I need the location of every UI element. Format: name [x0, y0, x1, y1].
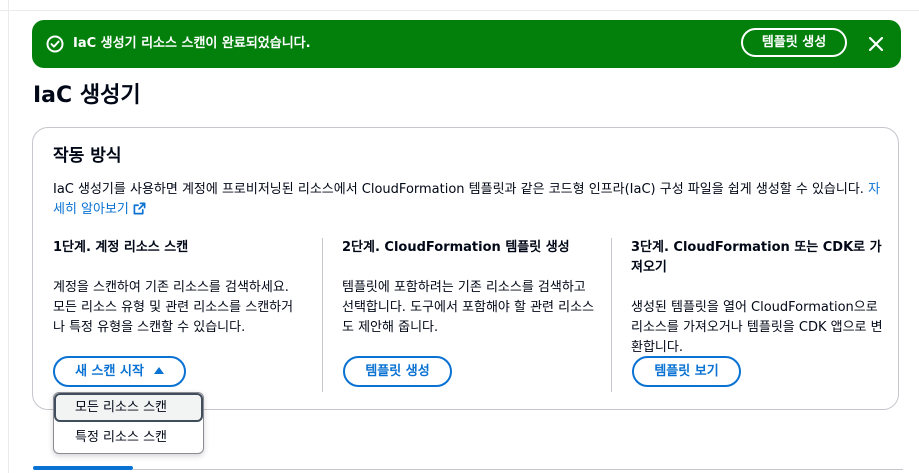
scan-specific-resources-option[interactable]: 특정 리소스 스캔	[54, 423, 203, 452]
tabs-baseline	[133, 469, 903, 470]
check-circle-icon	[46, 35, 64, 53]
page-title: IaC 생성기	[33, 83, 141, 108]
step-3-title: 3단계. CloudFormation 또는 CDK로 가져오기	[631, 240, 882, 275]
left-divider	[8, 0, 9, 473]
step-3: 3단계. CloudFormation 또는 CDK로 가져오기 생성된 템플릿…	[631, 238, 887, 358]
how-it-works-container: 작동 방식 IaC 생성기를 사용하면 계정에 프로비저닝된 리소스에서 Clo…	[32, 127, 899, 410]
scan-dropdown-menu: 모든 리소스 스캔 특정 리소스 스캔	[53, 392, 204, 454]
step-1: 1단계. 계정 리소스 스캔 계정을 스캔하여 기존 리소스를 검색하세요. 모…	[53, 238, 305, 338]
top-divider	[0, 10, 919, 11]
step-1-text: 계정을 스캔하여 기존 리소스를 검색하세요. 모든 리소스 유형 및 관련 리…	[53, 280, 294, 335]
step-1-title: 1단계. 계정 리소스 스캔	[53, 240, 189, 255]
step-3-text: 생성된 템플릿을 열어 CloudFormation으로 리소스를 가져오거나 …	[631, 300, 883, 355]
description-text: IaC 생성기를 사용하면 계정에 프로비저닝된 리소스에서 CloudForm…	[53, 182, 869, 197]
step-divider	[611, 238, 612, 392]
external-link-icon	[133, 202, 146, 215]
container-description: IaC 생성기를 사용하면 계정에 프로비저닝된 리소스에서 CloudForm…	[53, 180, 883, 220]
caret-up-icon	[153, 367, 164, 374]
step-divider	[322, 238, 323, 392]
step-2-title: 2단계. CloudFormation 템플릿 생성	[342, 240, 570, 255]
active-tab-indicator	[33, 466, 133, 470]
start-new-scan-button[interactable]: 새 스캔 시작	[53, 356, 186, 387]
view-template-button[interactable]: 템플릿 보기	[632, 356, 741, 387]
create-template-button[interactable]: 템플릿 생성	[343, 356, 452, 387]
scan-all-resources-option[interactable]: 모든 리소스 스캔	[54, 393, 203, 422]
step-2-text: 템플릿에 포함하려는 기존 리소스를 검색하고 선택합니다. 도구에서 포함해야…	[342, 280, 595, 335]
flash-create-template-button[interactable]: 템플릿 생성	[741, 28, 847, 57]
close-icon[interactable]	[867, 35, 885, 53]
flash-message: IaC 생성기 리소스 스캔이 완료되었습니다.	[73, 36, 311, 51]
container-title: 작동 방식	[53, 146, 122, 166]
success-flash-banner: IaC 생성기 리소스 스캔이 완료되었습니다. 템플릿 생성	[32, 20, 901, 68]
step-2: 2단계. CloudFormation 템플릿 생성 템플릿에 포함하려는 기존…	[342, 238, 598, 338]
